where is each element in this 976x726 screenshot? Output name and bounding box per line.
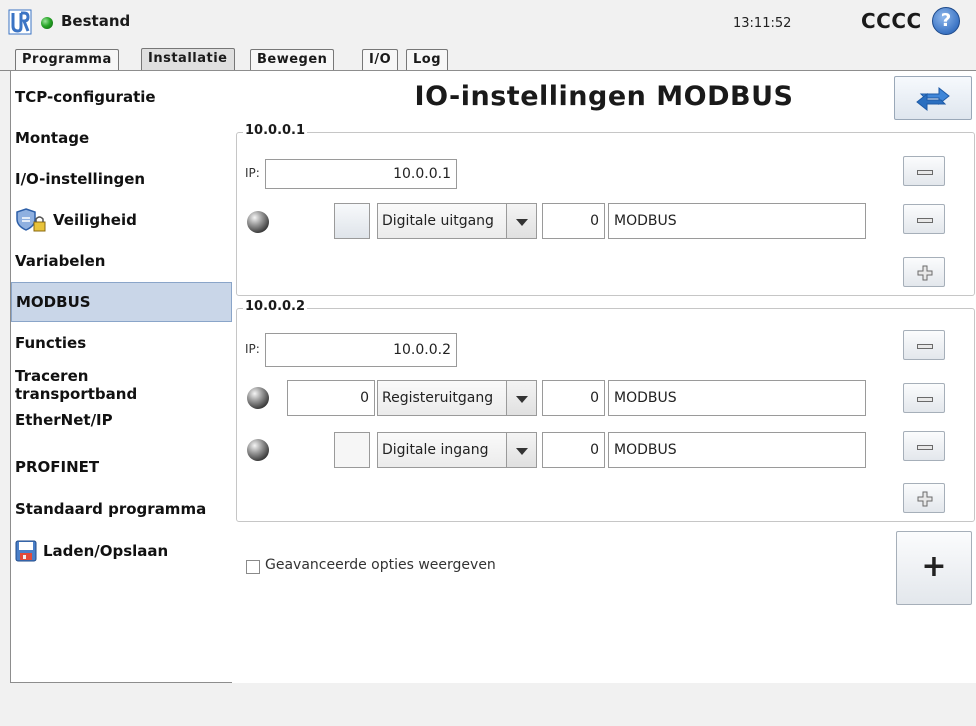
modbus-unit-2: 10.0.0.2 IP: 10.0.0.2 0 Registeruitgang … — [236, 299, 975, 522]
universal-robots-logo-icon — [8, 9, 32, 35]
plus-icon — [917, 265, 933, 281]
page-title: IO-instellingen MODBUS — [414, 81, 794, 112]
add-signal-button[interactable] — [903, 257, 945, 287]
minus-icon — [917, 170, 933, 175]
tab-installatie[interactable]: Installatie — [141, 48, 235, 71]
tab-io[interactable]: I/O — [362, 49, 399, 70]
signal-type-value: Digitale ingang — [382, 442, 489, 458]
chevron-down-icon — [506, 381, 536, 415]
remove-signal-button[interactable] — [903, 204, 945, 234]
tab-bar: Programma Installatie Bewegen I/O Log — [0, 44, 976, 71]
sidebar-item-label: PROFINET — [15, 458, 100, 476]
sidebar-item-label: Standaard programma — [15, 500, 207, 518]
sidebar-item-veiligheid[interactable]: Veiligheid — [11, 203, 232, 237]
sidebar-item-montage[interactable]: Montage — [11, 122, 232, 154]
minus-icon — [917, 344, 933, 349]
minus-icon — [917, 397, 933, 402]
sidebar-item-modbus[interactable]: MODBUS — [11, 282, 232, 322]
robot-status-indicator-icon — [41, 17, 53, 29]
chevron-down-icon — [506, 433, 536, 467]
sidebar-item-label: MODBUS — [16, 293, 91, 311]
chevron-down-icon — [506, 204, 536, 238]
minus-icon — [917, 445, 933, 450]
plus-icon — [917, 491, 933, 507]
advanced-options-label[interactable]: Geavanceerde opties weergeven — [265, 557, 496, 573]
sidebar-item-label: Traceren transportband — [15, 367, 138, 403]
sidebar-item-label: Variabelen — [15, 252, 106, 270]
sidebar-item-laden-opslaan[interactable]: Laden/Opslaan — [11, 533, 232, 569]
signal-status-led-icon — [247, 387, 269, 409]
installation-sidebar: TCP-configuratie Montage I/O-instellinge… — [10, 70, 233, 683]
bottom-bar — [0, 683, 976, 726]
signal-status-led-icon — [247, 439, 269, 461]
program-file-name[interactable]: Bestand — [61, 12, 130, 30]
sidebar-item-io-instellingen[interactable]: I/O-instellingen — [11, 163, 232, 195]
refresh-arrows-icon — [916, 86, 950, 112]
sidebar-item-label: Laden/Opslaan — [43, 542, 169, 560]
signal-status-led-icon — [247, 211, 269, 233]
clock: 13:11:52 — [733, 16, 792, 31]
signal-type-select[interactable]: Digitale uitgang — [377, 203, 537, 239]
sidebar-item-ethernet-ip[interactable]: EtherNet/IP — [11, 411, 232, 441]
sidebar-item-label: EtherNet/IP — [15, 411, 113, 429]
add-unit-button[interactable]: + — [896, 531, 972, 605]
ip-label: IP: — [245, 342, 260, 356]
signal-type-select[interactable]: Digitale ingang — [377, 432, 537, 468]
tab-programma[interactable]: Programma — [15, 49, 119, 70]
signal-address-field[interactable]: 0 — [542, 432, 605, 468]
remove-signal-button[interactable] — [903, 383, 945, 413]
sidebar-item-label: Montage — [15, 129, 90, 147]
modbus-settings-panel: IO-instellingen MODBUS 10.0.0.1 IP: 10.0… — [232, 70, 976, 684]
signal-type-select[interactable]: Registeruitgang — [377, 380, 537, 416]
sidebar-item-label: Functies — [15, 334, 87, 352]
advanced-options-checkbox[interactable] — [246, 560, 260, 574]
signal-name-field[interactable]: MODBUS — [608, 380, 866, 416]
digital-input-indicator — [334, 432, 370, 468]
ip-address-field[interactable]: 10.0.0.2 — [265, 333, 457, 367]
robot-name: CCCC — [861, 9, 922, 33]
unit-header-label: 10.0.0.2 — [243, 299, 308, 314]
tab-log[interactable]: Log — [406, 49, 449, 70]
sidebar-item-functies[interactable]: Functies — [11, 327, 232, 359]
tab-bewegen[interactable]: Bewegen — [250, 49, 335, 70]
add-signal-button[interactable] — [903, 483, 945, 513]
remove-signal-button[interactable] — [903, 431, 945, 461]
sidebar-item-variabelen[interactable]: Variabelen — [11, 245, 232, 277]
shield-lock-icon — [16, 208, 46, 232]
top-bar: Bestand 13:11:52 CCCC ? — [0, 0, 976, 44]
sidebar-item-label: TCP-configuratie — [15, 88, 156, 106]
refresh-button[interactable] — [894, 76, 972, 120]
sidebar-item-tcp-configuratie[interactable]: TCP-configuratie — [11, 81, 232, 113]
signal-name-field[interactable]: MODBUS — [608, 432, 866, 468]
digital-output-toggle[interactable] — [334, 203, 370, 239]
signal-address-field[interactable]: 0 — [542, 380, 605, 416]
sidebar-item-profinet[interactable]: PROFINET — [11, 451, 232, 483]
sidebar-item-traceren-transportband[interactable]: Traceren transportband — [11, 363, 161, 407]
signal-name-field[interactable]: MODBUS — [608, 203, 866, 239]
remove-unit-button[interactable] — [903, 330, 945, 360]
modbus-unit-1: 10.0.0.1 IP: 10.0.0.1 Digitale uitgang 0… — [236, 123, 975, 296]
unit-header-label: 10.0.0.1 — [243, 123, 308, 138]
sidebar-item-label: I/O-instellingen — [15, 170, 146, 188]
sidebar-item-standaard-programma[interactable]: Standaard programma — [11, 493, 232, 525]
help-button[interactable]: ? — [932, 7, 960, 35]
sidebar-item-label: Veiligheid — [53, 211, 137, 229]
signal-type-value: Digitale uitgang — [382, 213, 494, 229]
ip-address-field[interactable]: 10.0.0.1 — [265, 159, 457, 189]
register-value-field[interactable]: 0 — [287, 380, 375, 416]
signal-type-value: Registeruitgang — [382, 390, 494, 406]
remove-unit-button[interactable] — [903, 156, 945, 186]
signal-address-field[interactable]: 0 — [542, 203, 605, 239]
floppy-disk-icon — [15, 540, 37, 562]
minus-icon — [917, 218, 933, 223]
ip-label: IP: — [245, 166, 260, 180]
